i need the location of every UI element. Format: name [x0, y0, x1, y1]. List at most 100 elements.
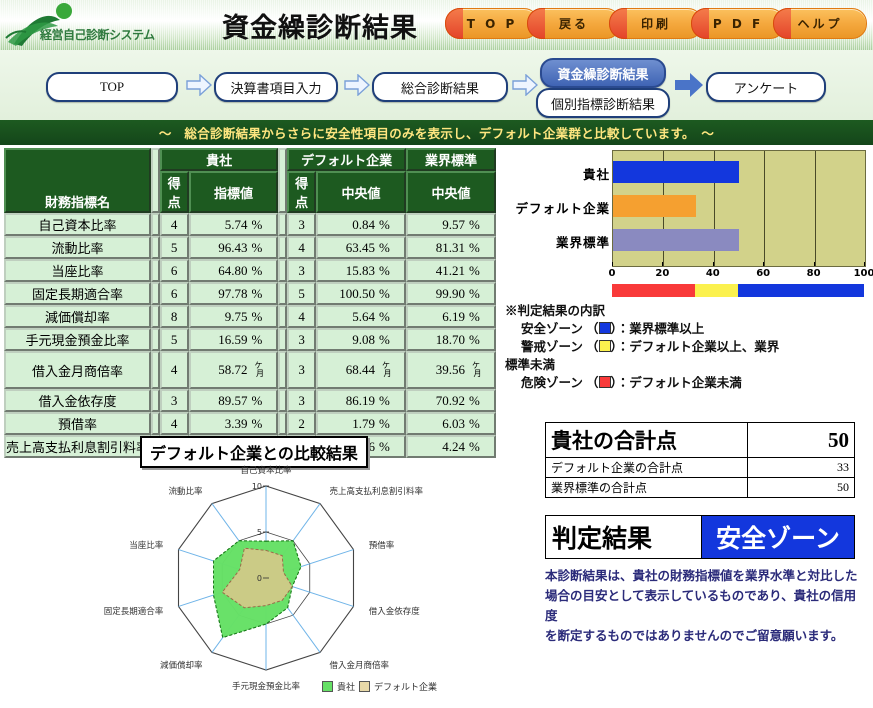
group-header-default-company: デフォルト企業	[287, 148, 406, 171]
caution-zone-swatch-icon	[599, 340, 611, 352]
zone-strip-segment	[612, 284, 695, 297]
radar-tick-label: 5	[257, 528, 262, 537]
cell-own-score: 6	[160, 282, 189, 305]
bar-chart-tick-label: 20	[655, 268, 669, 279]
radar-axis-label: 手元現金預金比率	[232, 680, 300, 692]
flow-step-overall-result[interactable]: 総合診断結果	[372, 72, 508, 102]
cell-industry-median: 39.56ケ月	[406, 351, 496, 389]
bar-chart-tick-label: 60	[756, 268, 770, 279]
score-value-industry: 50	[748, 478, 855, 498]
score-label-industry: 業界標準の合計点	[546, 478, 748, 498]
flow-step-input[interactable]: 決算書項目入力	[214, 72, 338, 102]
bar-chart-tick-label: 80	[807, 268, 821, 279]
flow-step-individual-result[interactable]: 個別指標診断結果	[536, 88, 670, 118]
top-nav-top-button[interactable]: T O P	[445, 8, 539, 39]
zone-legend-caution: 警戒ゾーン （）：デフォルト企業以上、業界	[521, 338, 873, 356]
cell-indicator-name: 減価償却率	[4, 305, 151, 328]
col-header-own-score: 得点	[160, 171, 189, 213]
cell-own-score: 4	[160, 213, 189, 236]
table-row: 当座比率664.80%315.83%41.21%	[4, 259, 496, 282]
radar-axis-label: 借入金依存度	[369, 605, 420, 617]
bar-chart-bar	[613, 229, 739, 251]
cell-default-score: 3	[287, 213, 316, 236]
radar-axis-label: 当座比率	[129, 539, 163, 551]
cell-default-score: 4	[287, 305, 316, 328]
bar-chart-tick-mark	[763, 262, 764, 266]
row-divider-2	[278, 236, 287, 259]
financial-indicator-table: 財務指標名 貴社 デフォルト企業 業界標準 得点 指標値 得点 中央値 中央値 …	[4, 148, 496, 458]
cell-default-score: 4	[287, 236, 316, 259]
flow-step-survey[interactable]: アンケート	[706, 72, 826, 102]
disclaimer-line-3: 度	[545, 606, 865, 626]
top-nav-pdf-button[interactable]: P D F	[691, 8, 785, 39]
cell-indicator-name: 自己資本比率	[4, 213, 151, 236]
danger-zone-swatch-icon	[599, 376, 611, 388]
zone-strip-segment	[738, 284, 864, 297]
cell-own-value: 96.43%	[189, 236, 279, 259]
cell-own-score: 3	[160, 389, 189, 412]
flow-step-cashflow-result[interactable]: 資金繰診断結果	[540, 58, 666, 88]
table-divider-1	[151, 148, 160, 213]
cell-default-score: 5	[287, 282, 316, 305]
bar-chart-x-axis: 020406080100	[612, 266, 864, 282]
bar-chart-tick-label: 100	[854, 268, 873, 279]
radar-legend-own-swatch-icon	[322, 681, 333, 692]
cell-industry-median: 81.31%	[406, 236, 496, 259]
cell-own-value: 64.80%	[189, 259, 279, 282]
radar-chart: デフォルト企業との比較結果 0510 貴社 デフォルト企業 自己資本比率売上高支…	[100, 432, 520, 708]
bar-chart-category-label: 業界標準	[556, 232, 610, 251]
zone-legend-safe-desc: ：業界標準以上	[617, 322, 705, 336]
cell-own-score: 5	[160, 328, 189, 351]
radar-legend-own-label: 貴社	[337, 680, 355, 693]
flow-arrow-icon-4	[674, 72, 704, 98]
row-divider-2	[278, 351, 287, 389]
row-divider-2	[278, 259, 287, 282]
row-divider-2	[278, 389, 287, 412]
top-nav-back-button[interactable]: 戻る	[527, 8, 621, 39]
cell-indicator-name: 流動比率	[4, 236, 151, 259]
bar-chart-plot-area	[612, 150, 866, 267]
radar-axis-label: 売上高支払利息割引料率	[329, 485, 423, 497]
row-divider-2	[278, 305, 287, 328]
judgment-result-box: 判定結果 安全ゾーン	[545, 515, 855, 559]
bar-chart-bar	[613, 195, 696, 217]
disclaimer-line-4: を断定するものではありませんのでご留意願います。	[545, 626, 865, 646]
col-header-indicator-name: 財務指標名	[4, 148, 151, 213]
cell-own-value: 58.72ケ月	[189, 351, 279, 389]
row-divider-2	[278, 282, 287, 305]
score-bar-chart: 020406080100 貴社デフォルト企業業界標準	[500, 150, 870, 300]
radar-axis-label: 減価償却率	[160, 659, 203, 671]
zone-legend-caution-wrap: 標準未満	[505, 356, 873, 374]
bar-chart-category-label: デフォルト企業	[515, 198, 610, 217]
radar-axis-label: 借入金月商倍率	[329, 659, 389, 671]
radar-legend-default-label: デフォルト企業	[374, 680, 437, 693]
page-header: 経営自己診断システム 資金繰診断結果 T O P 戻る 印刷 P D F ヘルプ	[0, 0, 873, 51]
disclaimer-text: 本診断結果は、貴社の財務指標値を業界水準と対比した 場合の目安として表示している…	[545, 566, 865, 646]
table-row: 借入金依存度389.57%386.19%70.92%	[4, 389, 496, 412]
top-nav-print-button[interactable]: 印刷	[609, 8, 703, 39]
row-divider-1	[151, 351, 160, 389]
score-summary-table: 貴社の合計点 50 デフォルト企業の合計点 33 業界標準の合計点 50	[545, 422, 855, 498]
radar-legend: 貴社 デフォルト企業	[322, 680, 437, 693]
table-row: 手元現金預金比率516.59%39.08%18.70%	[4, 328, 496, 351]
flow-step-top[interactable]: TOP	[46, 72, 178, 102]
info-banner: ～ 総合診断結果からさらに安全性項目のみを表示し、デフォルト企業群と比較していま…	[0, 120, 873, 145]
judgment-value-badge: 安全ゾーン	[702, 516, 855, 559]
disclaimer-line-1: 本診断結果は、貴社の財務指標値を業界水準と対比した	[545, 566, 865, 586]
top-nav-help-button[interactable]: ヘルプ	[773, 8, 867, 39]
bar-chart-gridline	[815, 151, 816, 266]
cell-own-value: 16.59%	[189, 328, 279, 351]
radar-axis-label: 固定長期適合率	[104, 605, 164, 617]
bar-chart-tick-mark	[814, 262, 815, 266]
row-divider-1	[151, 236, 160, 259]
cell-own-score: 8	[160, 305, 189, 328]
zone-legend: ※判定結果の内訳 安全ゾーン （）：業界標準以上 警戒ゾーン （）：デフォルト企…	[505, 302, 873, 392]
row-divider-1	[151, 282, 160, 305]
flow-arrow-icon-3	[512, 74, 538, 96]
flow-arrow-icon-2	[344, 74, 370, 96]
zone-legend-safe: 安全ゾーン （）：業界標準以上	[521, 320, 873, 338]
zone-legend-caution-name: 警戒ゾーン	[521, 340, 583, 354]
col-header-def-median: 中央値	[316, 171, 406, 213]
table-divider-2	[278, 148, 287, 213]
score-row-default: デフォルト企業の合計点 33	[546, 458, 855, 478]
